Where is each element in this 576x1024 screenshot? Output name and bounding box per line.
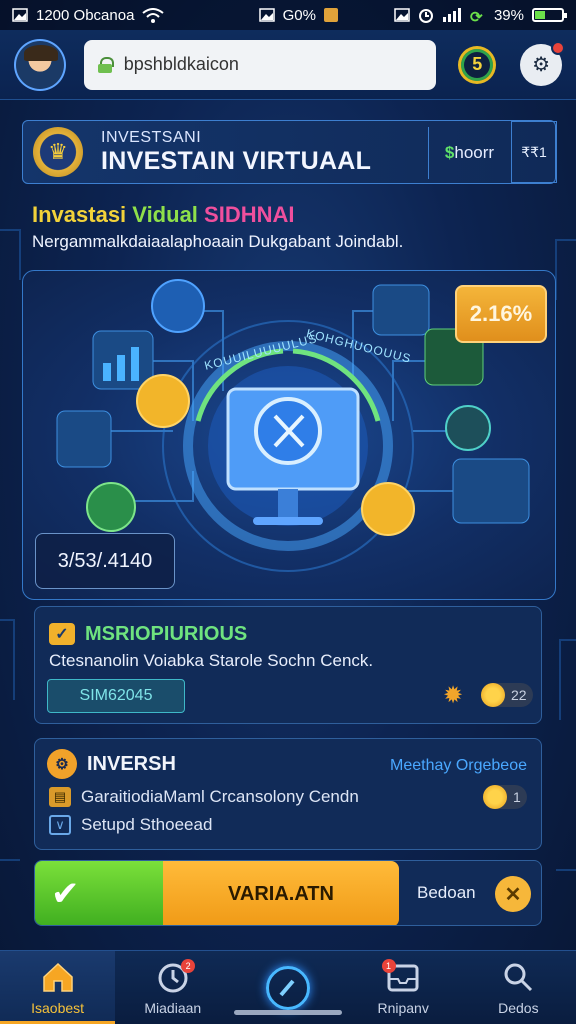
nav-label-home: Isaobest: [31, 1000, 85, 1016]
lock-icon: [97, 56, 114, 73]
hero-illustration: KOUUILUUUULUS KOHGHUOOUUS 2.16% 3/53/.41…: [22, 270, 556, 600]
balance-cell[interactable]: $ hoorr: [428, 127, 510, 179]
coin-pill[interactable]: 1: [483, 785, 527, 809]
gear-icon: ⚙: [532, 54, 551, 76]
search-icon: [500, 960, 536, 994]
mission-description: Ctesnanolin Voiabka Starole Sochn Cenck.: [49, 651, 374, 670]
count-cell[interactable]: ₹₹1: [511, 121, 557, 183]
nav-badge: 1: [381, 959, 396, 973]
coin-pill[interactable]: 22: [481, 683, 533, 707]
invest-row-2[interactable]: ∨ Setupd Sthoeead: [49, 815, 212, 835]
mission-code-text: SIM62045: [79, 687, 153, 704]
gear-icon[interactable]: ✹: [443, 683, 469, 709]
image-icon: [258, 8, 275, 22]
coin-icon: [481, 683, 505, 707]
wifi-icon: [142, 8, 165, 23]
settings-button[interactable]: ⚙: [520, 40, 565, 86]
rate-value: 2.16%: [469, 301, 533, 326]
header-title: INVESTAIN VIRTUAAL: [101, 146, 372, 175]
nav-label-timer: Miadiaan: [144, 1000, 202, 1016]
promo-title: Invastasi Vidual SIDHNAI: [32, 202, 295, 228]
edit-icon: [265, 966, 310, 1010]
invest-link[interactable]: Meethay Orgebeoe: [390, 757, 527, 775]
count-value: ₹₹1: [521, 143, 547, 160]
invest-row-1-text: GaraitiodiaMaml Crcansolony Cendn: [81, 787, 359, 806]
url-text: bpshbldkaicon: [123, 54, 239, 74]
mission-title: MSRIOPIURIOUS: [85, 623, 248, 645]
gear-icon: ⚙: [47, 749, 77, 779]
signal-text: G0%: [282, 6, 316, 24]
url-bar[interactable]: bpshbldkaicon: [83, 39, 437, 90]
promo-title-part3: SIDHNAI: [204, 202, 295, 227]
side-label[interactable]: Bedoan: [417, 883, 476, 903]
battery-icon: [532, 8, 567, 22]
image-icon: [12, 8, 28, 22]
close-icon: ✕: [504, 883, 522, 906]
status-time: 1200 Obcanoa: [36, 6, 135, 24]
balance-text: hoorr: [454, 143, 495, 162]
main-action-label: VARIA.ATN: [228, 882, 334, 905]
check-icon: ✓: [49, 623, 75, 645]
action-bar: ✔ VARIA.ATN Bedoan ✕: [34, 860, 542, 926]
notification-dot: [551, 40, 565, 55]
dollar-icon: $: [444, 143, 455, 162]
signal-icon: [442, 8, 462, 22]
crown-icon: ♛: [33, 127, 83, 177]
coin-value: 5: [472, 54, 483, 74]
data-icon: [323, 8, 338, 22]
mission-code[interactable]: SIM62045: [47, 679, 185, 713]
chevron-down-icon: ∨: [49, 815, 71, 835]
hero-value: 3/53/.4140: [57, 549, 153, 572]
avatar[interactable]: [14, 38, 66, 91]
data-icon: ⟳: [469, 9, 483, 26]
promo-title-part2: Vidual: [132, 202, 198, 227]
alarm-icon: [418, 8, 434, 23]
header-subtitle: INVESTSANI: [101, 128, 202, 146]
close-button[interactable]: ✕: [495, 876, 531, 912]
coin-icon: [483, 785, 507, 809]
nav-label-inbox: Rnipanv: [377, 1000, 429, 1016]
nav-item-inbox[interactable]: 1 Rnipanv: [346, 951, 461, 1024]
main-action-button[interactable]: VARIA.ATN: [163, 861, 399, 925]
promo-description: Nergammalkdaiaalaphoaain Dukgabant Joind…: [32, 232, 404, 251]
checkmark-icon: ✔: [51, 875, 80, 913]
hero-value-box[interactable]: 3/53/.4140: [35, 533, 175, 589]
status-bar: 1200 Obcanoa G0% ⟳ 39%: [0, 0, 576, 30]
nav-item-search[interactable]: Dedos: [461, 951, 576, 1024]
promo-title-part1: Invastasi: [32, 202, 127, 227]
nav-item-home[interactable]: Isaobest: [0, 951, 116, 1024]
coin-pill-value: 22: [511, 687, 527, 703]
home-icon: [40, 960, 76, 994]
confirm-button[interactable]: ✔: [35, 861, 165, 925]
nav-label-search: Dedos: [498, 1000, 539, 1016]
battery-text: 39%: [493, 6, 524, 24]
mission-card[interactable]: ✓ MSRIOPIURIOUS Ctesnanolin Voiabka Star…: [34, 606, 542, 724]
invest-row-1[interactable]: ▤ GaraitiodiaMaml Crcansolony Cendn: [49, 787, 359, 807]
invest-card[interactable]: ⚙ INVERSH Meethay Orgebeoe ▤ Garaitiodia…: [34, 738, 542, 850]
nav-badge: 2: [181, 959, 196, 973]
header-card: ♛ INVESTSANI INVESTAIN VIRTUAAL $ hoorr …: [22, 120, 557, 184]
coin-pill-value: 1: [513, 789, 521, 805]
coin-badge[interactable]: 5: [458, 45, 497, 84]
invest-row-2-text: Setupd Sthoeead: [81, 815, 213, 834]
top-bar: bpshbldkaicon 5 ⚙: [0, 30, 576, 100]
rate-badge[interactable]: 2.16%: [455, 285, 547, 343]
folder-icon: ▤: [49, 787, 71, 807]
home-indicator[interactable]: [234, 1010, 342, 1015]
invest-title: INVERSH: [87, 753, 176, 775]
image-icon: [394, 8, 410, 22]
nav-item-timer[interactable]: 2 Miadiaan: [115, 951, 230, 1024]
